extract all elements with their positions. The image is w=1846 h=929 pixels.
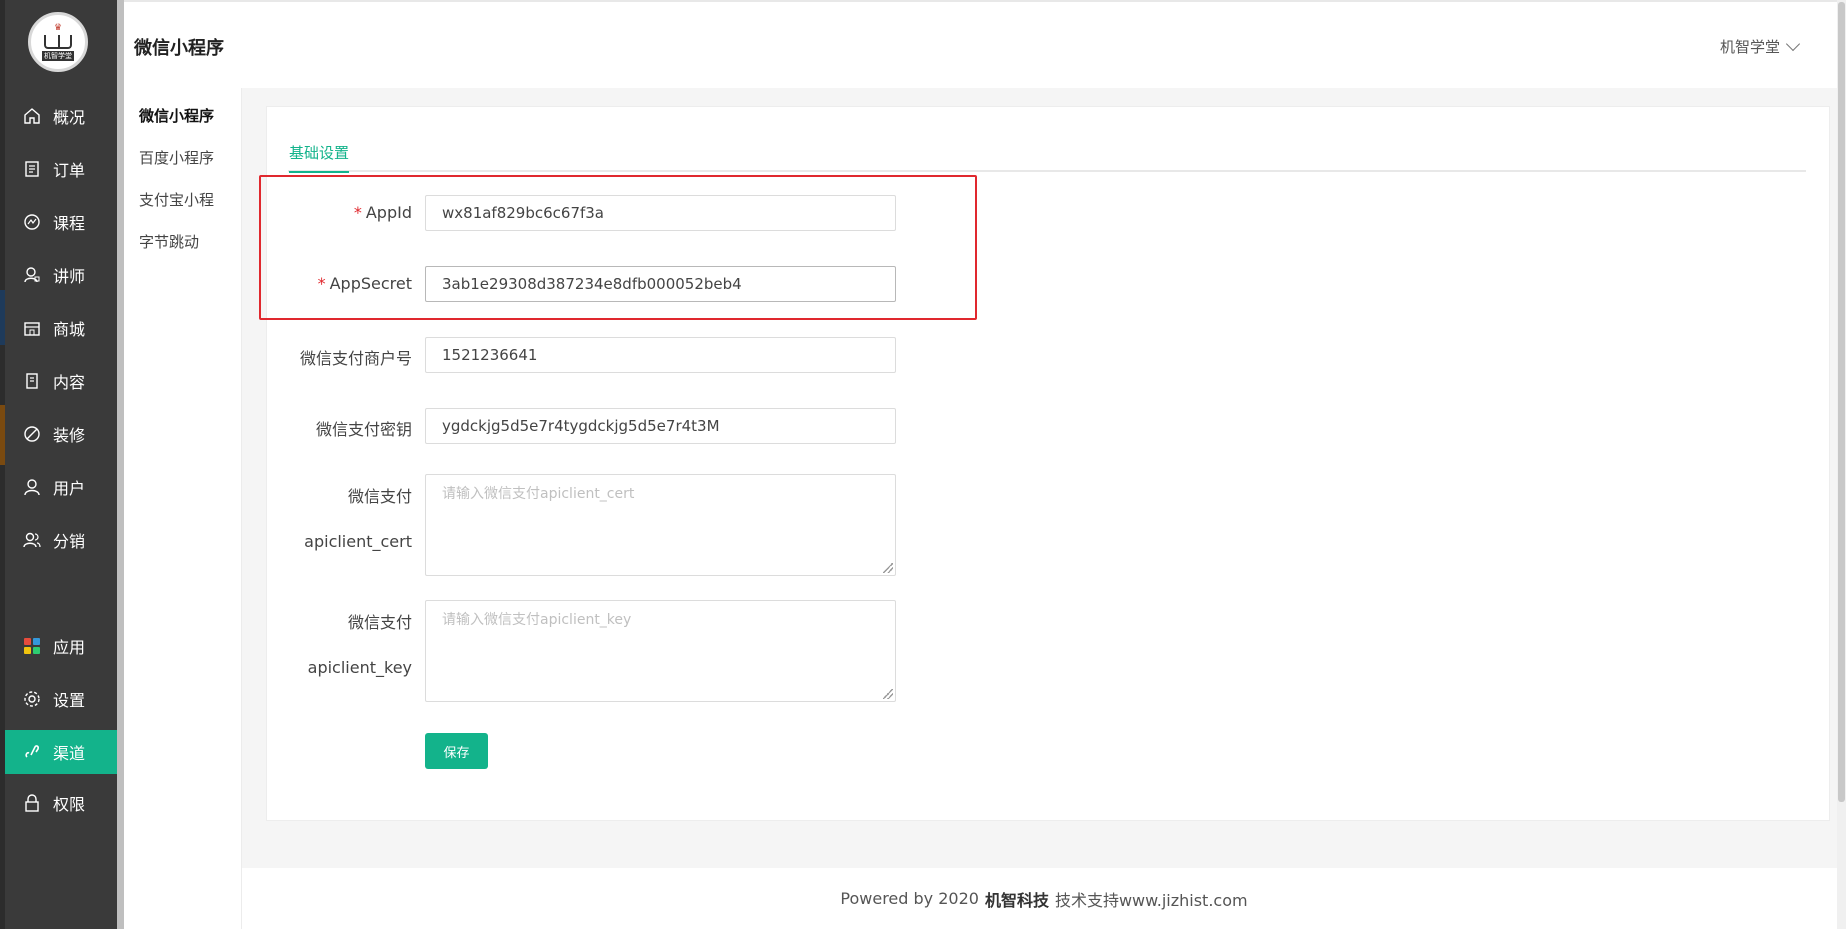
sidebar-item-settings[interactable]: 设置: [5, 677, 117, 721]
sidebar-item-label: 应用: [53, 638, 86, 657]
cert-textarea[interactable]: 请输入微信支付apiclient_cert: [425, 474, 896, 576]
cert-label: 微信支付 apiclient_cert: [304, 487, 412, 551]
sidebar-item-label: 分销: [53, 532, 86, 551]
sidebar-item-overview[interactable]: 概况: [5, 94, 117, 138]
cert-placeholder: 请输入微信支付apiclient_cert: [442, 486, 635, 502]
document-icon: [21, 370, 43, 392]
key-label: 微信支付 apiclient_key: [307, 613, 412, 677]
sidebar-item-label: 设置: [53, 691, 86, 710]
footer-brand: 机智科技: [984, 890, 1049, 910]
link-icon: [21, 741, 43, 763]
subnav-item-bytedance[interactable]: 字节跳动: [139, 231, 199, 252]
store-icon: [21, 317, 43, 339]
sidebar-item-orders[interactable]: 订单: [5, 147, 117, 191]
chart-circle-icon: [21, 211, 43, 233]
mchid-input[interactable]: 1521236641: [425, 337, 896, 373]
tab-basic-settings[interactable]: 基础设置: [289, 142, 350, 173]
sidebar-item-distribution[interactable]: 分销: [5, 518, 117, 562]
required-mark: *: [317, 274, 326, 293]
sidebar-item-decoration[interactable]: 装修: [5, 412, 117, 456]
appid-label: * AppId: [353, 203, 412, 222]
footer: Powered by 2020 机智科技 技术支持www.jizhist.com: [242, 868, 1846, 929]
appid-input[interactable]: wx81af829bc6c67f3a: [425, 195, 896, 231]
sidebar-item-label: 讲师: [53, 267, 86, 286]
page-title: 微信小程序: [134, 38, 224, 59]
user-icon: [21, 476, 43, 498]
key-placeholder: 请输入微信支付apiclient_key: [442, 612, 632, 628]
mini-program-subnav: 微信小程序 百度小程序 支付宝小程 字节跳动: [124, 88, 242, 929]
paykey-input[interactable]: ygdckjg5d5e7r4tygdckjg5d5e7r4t3M: [425, 408, 896, 444]
required-mark: *: [353, 203, 362, 222]
subnav-item-wechat[interactable]: 微信小程序: [139, 105, 214, 126]
crown-icon: ♛: [53, 22, 63, 33]
resize-grip-icon[interactable]: [883, 689, 893, 699]
user-menu[interactable]: 机智学堂: [1719, 36, 1801, 57]
lock-icon: [21, 792, 43, 814]
gear-icon: [21, 688, 43, 710]
appsecret-label: * AppSecret: [317, 274, 412, 293]
sidebar-item-courses[interactable]: 课程: [5, 200, 117, 244]
paykey-label: 微信支付密钥: [315, 420, 412, 439]
sidebar-item-label: 概况: [53, 108, 86, 127]
resize-grip-icon[interactable]: [883, 563, 893, 573]
subnav-item-alipay[interactable]: 支付宝小程: [139, 189, 214, 210]
sidebar-item-teachers[interactable]: 讲师: [5, 253, 117, 297]
sidebar-item-label: 渠道: [53, 744, 86, 763]
distribution-icon: [21, 529, 43, 551]
sidebar-item-label: 课程: [53, 214, 86, 233]
sidebar-item-label: 商城: [53, 320, 86, 339]
sidebar-item-label: 内容: [53, 373, 86, 392]
sidebar-divider: [117, 0, 124, 929]
sidebar-item-permissions[interactable]: 权限: [5, 783, 117, 823]
teacher-icon: [21, 264, 43, 286]
sidebar-item-label: 权限: [53, 795, 86, 814]
sidebar-item-label: 装修: [53, 426, 86, 445]
sidebar-item-store[interactable]: 商城: [5, 306, 117, 350]
subnav-item-baidu[interactable]: 百度小程序: [139, 147, 214, 168]
user-name: 机智学堂: [1719, 38, 1780, 56]
footer-prefix: Powered by 2020: [840, 889, 979, 908]
mchid-label: 微信支付商户号: [299, 349, 412, 368]
appsecret-input[interactable]: 3ab1e29308d387234e8dfb000052beb4: [425, 266, 896, 302]
scrollbar-thumb[interactable]: [1838, 2, 1845, 802]
app-logo[interactable]: ♛ 机智学堂: [28, 12, 88, 72]
apps-icon: [21, 635, 43, 657]
footer-suffix: 技术支持www.jizhist.com: [1054, 890, 1248, 910]
tab-bar-divider: [288, 170, 1806, 172]
page-scrollbar[interactable]: [1837, 0, 1846, 929]
order-list-icon: [21, 158, 43, 180]
sidebar-item-channels[interactable]: 渠道: [5, 730, 117, 774]
palette-icon: [21, 423, 43, 445]
sidebar-item-apps[interactable]: 应用: [5, 624, 117, 668]
home-icon: [21, 105, 43, 127]
sidebar-item-label: 用户: [53, 479, 86, 498]
sidebar-item-label: 订单: [53, 161, 86, 180]
sidebar-item-users[interactable]: 用户: [5, 465, 117, 509]
sidebar-item-content[interactable]: 内容: [5, 359, 117, 403]
top-header: 微信小程序 机智学堂: [124, 0, 1846, 88]
save-button[interactable]: 保存: [425, 733, 488, 769]
book-icon: [44, 34, 72, 49]
chevron-down-icon: [1785, 36, 1801, 51]
key-textarea[interactable]: 请输入微信支付apiclient_key: [425, 600, 896, 702]
